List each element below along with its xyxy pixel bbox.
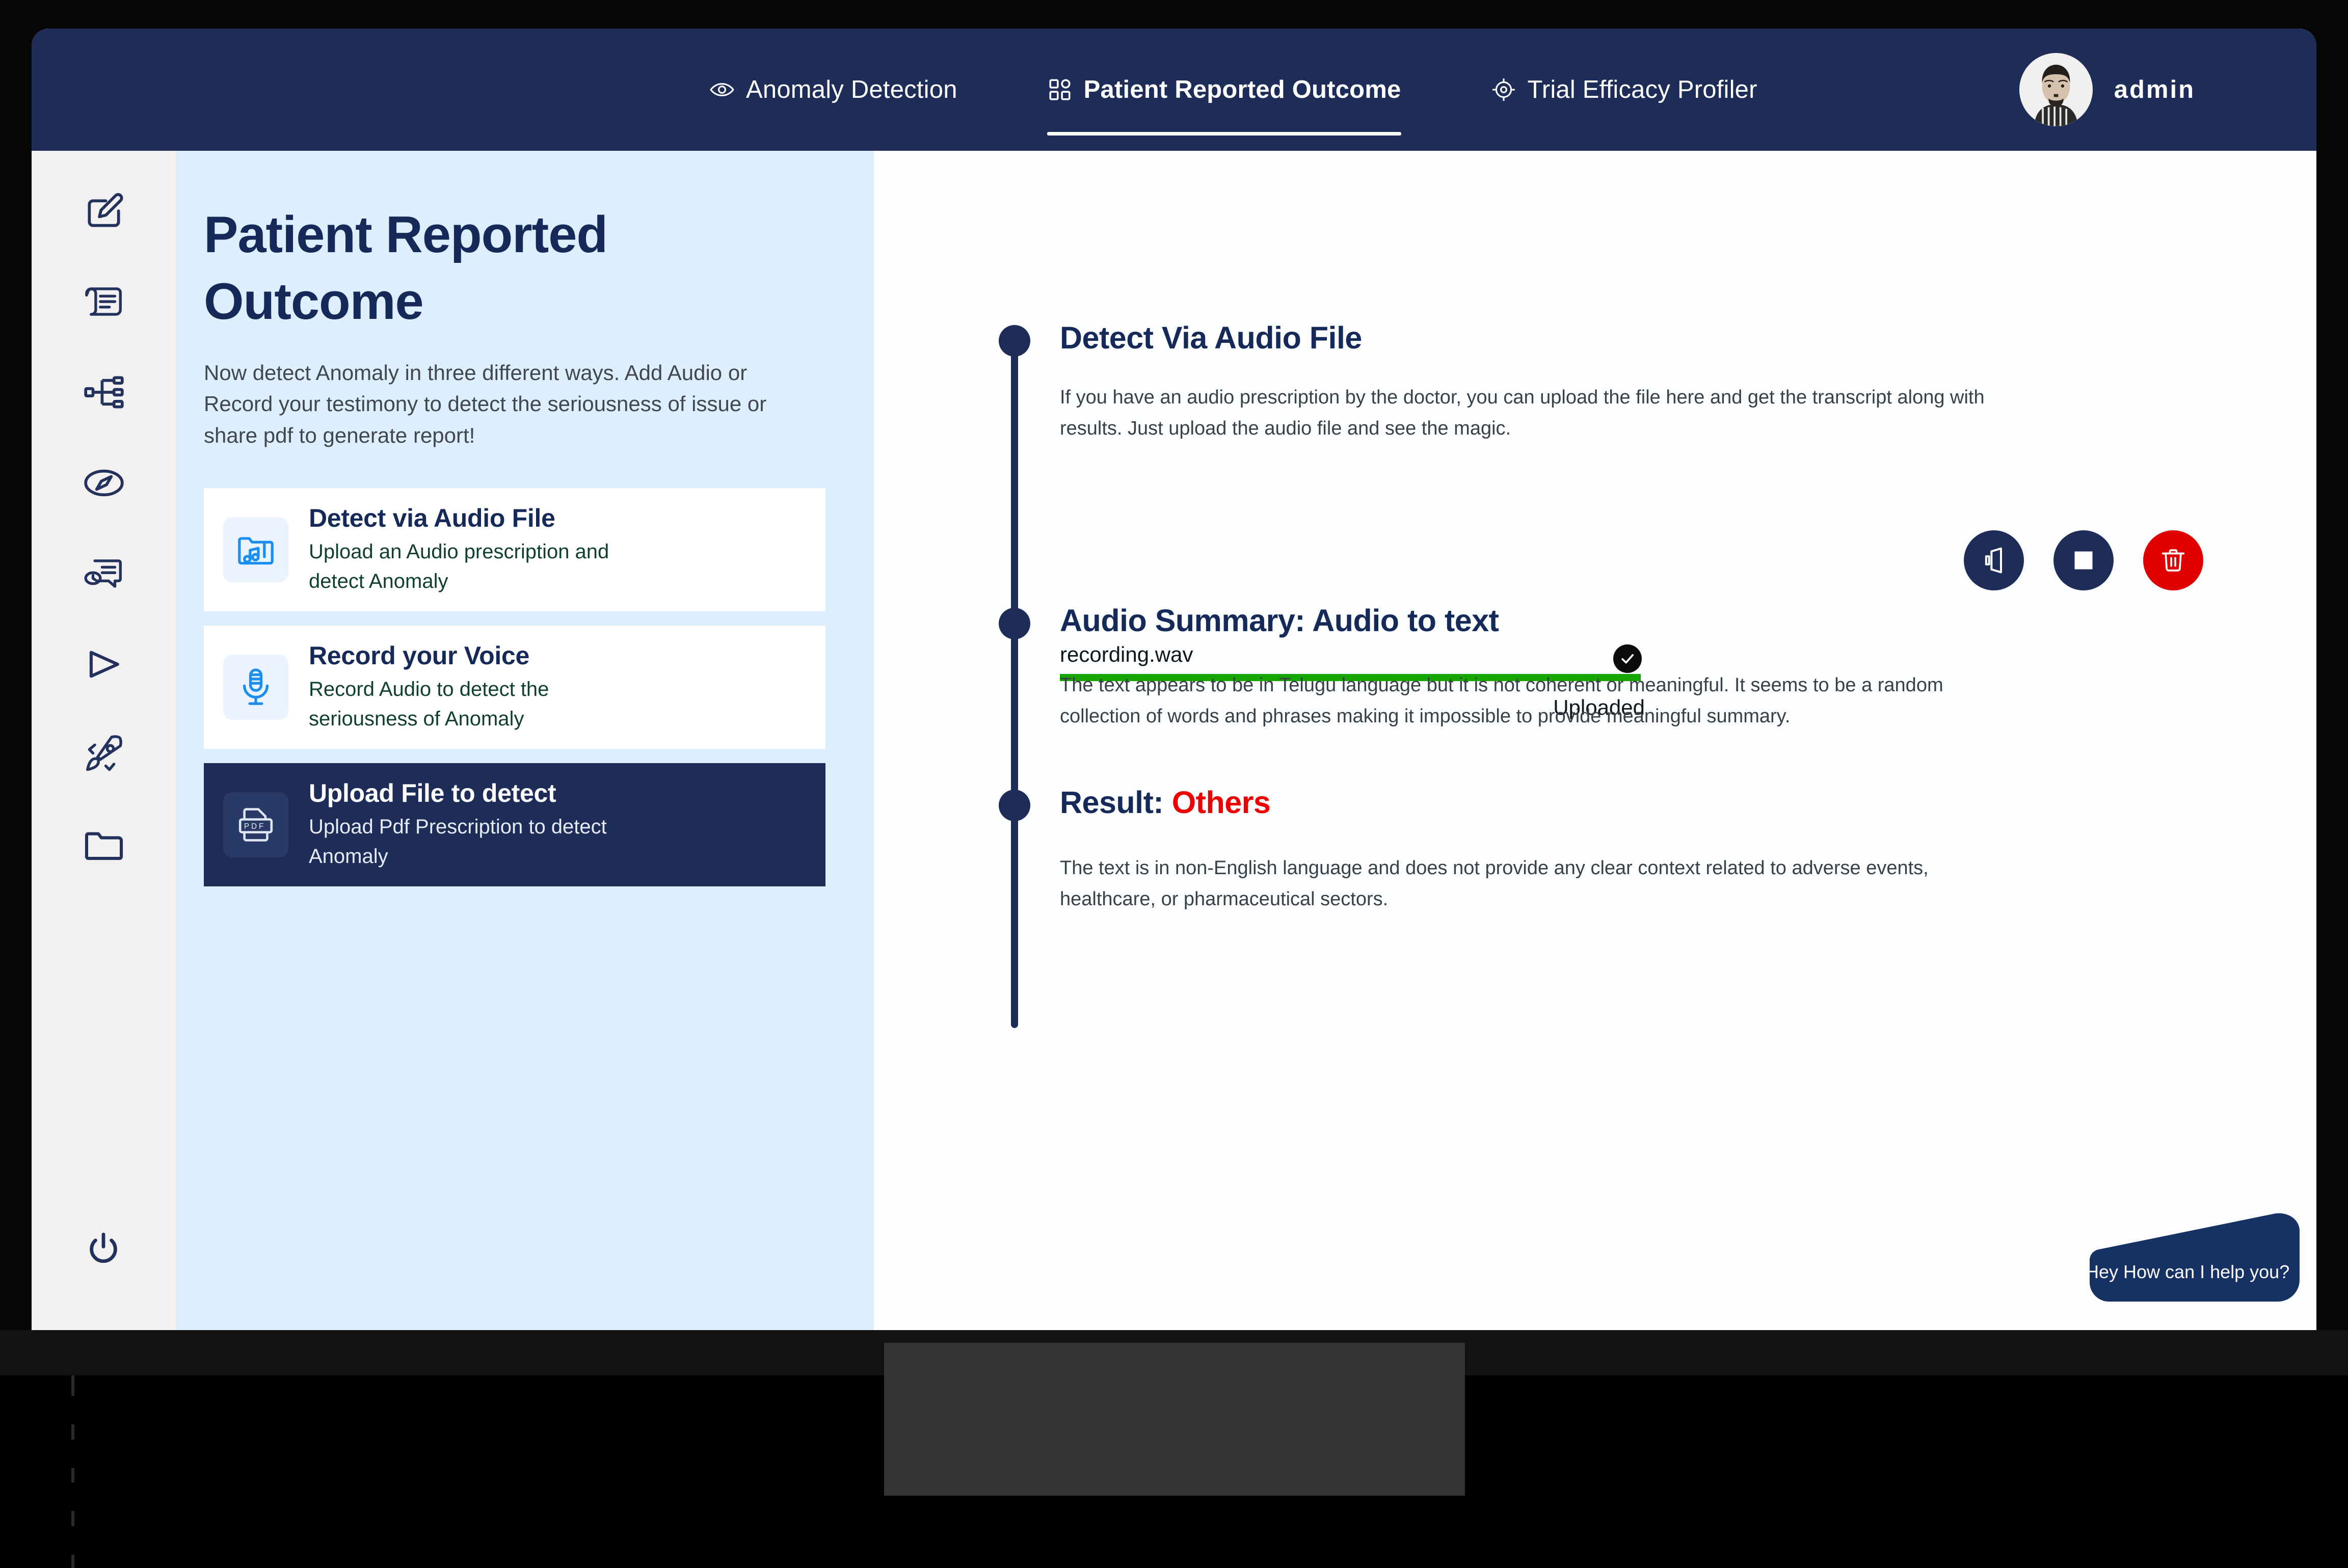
- pdf-file-icon: PDF: [223, 792, 288, 857]
- section-detect-via-audio-file: Detect Via Audio File If you have an aud…: [1060, 320, 2247, 444]
- section-body: The text is in non-English language and …: [1060, 857, 1929, 910]
- stop-audio-button[interactable]: [2053, 530, 2114, 590]
- method-card-list: Detect via Audio File Upload an Audio pr…: [204, 488, 825, 886]
- sidebar-item-hierarchy[interactable]: [75, 364, 132, 421]
- audio-folder-icon: [223, 517, 288, 582]
- nav-item-patient-reported-outcome[interactable]: Patient Reported Outcome: [1047, 29, 1401, 151]
- method-card-upload-file-to-detect[interactable]: PDF Upload File to detect Upload Pdf Pre…: [204, 763, 825, 886]
- power-icon: [84, 1230, 123, 1272]
- message-history-icon: [82, 552, 126, 596]
- section-audio-summary: Audio Summary: Audio to text The text ap…: [1060, 603, 2247, 732]
- section-result: Result: Others The text is in non-Englis…: [1060, 785, 2247, 915]
- rocket-icon: [82, 733, 126, 777]
- power-button[interactable]: [75, 1222, 132, 1279]
- page-title: Patient Reported Outcome: [204, 206, 608, 331]
- top-navigation-bar: Anomaly Detection Patient Reported Outco…: [32, 29, 2316, 151]
- timeline-dot: [999, 325, 1030, 357]
- play-audio-button[interactable]: [1964, 530, 2024, 590]
- nav-items: Anomaly Detection Patient Reported Outco…: [709, 29, 1757, 151]
- card-title: Upload File to detect: [309, 778, 556, 807]
- monitor-stand: [884, 1343, 1465, 1496]
- audio-action-buttons: [1964, 530, 2203, 590]
- trash-icon: [2159, 546, 2187, 575]
- sidebar-item-cursor[interactable]: [75, 636, 132, 693]
- delete-audio-button[interactable]: [2143, 530, 2203, 590]
- cursor-play-icon: [82, 642, 126, 686]
- card-title: Detect via Audio File: [309, 503, 555, 532]
- timeline-dot: [999, 790, 1030, 821]
- page-subtitle: Now detect Anomaly in three different wa…: [204, 360, 767, 448]
- chat-assistant-bubble[interactable]: Hey How can I help you?: [2067, 1211, 2302, 1304]
- section-heading: Detect Via Audio File: [1060, 320, 1362, 355]
- target-icon: [1491, 77, 1516, 102]
- sitemap-hierarchy-icon: [82, 370, 126, 414]
- microphone-icon: [223, 654, 288, 720]
- card-description: Record Audio to detect the seriousness o…: [309, 678, 549, 730]
- nav-item-label: Patient Reported Outcome: [1083, 76, 1401, 103]
- card-text: Detect via Audio File Upload an Audio pr…: [309, 503, 635, 596]
- card-text: Upload File to detect Upload Pdf Prescri…: [309, 778, 635, 871]
- section-body: If you have an audio prescription by the…: [1060, 387, 1985, 439]
- nav-item-label: Trial Efficacy Profiler: [1527, 76, 1757, 103]
- folder-icon: [82, 824, 126, 868]
- card-description: Upload Pdf Prescription to detect Anomal…: [309, 815, 607, 868]
- scroll-document-icon: [82, 280, 126, 323]
- section-heading: Audio Summary: Audio to text: [1060, 603, 1499, 638]
- stop-square-icon: [2069, 546, 2098, 575]
- nav-item-anomaly-detection[interactable]: Anomaly Detection: [709, 29, 957, 151]
- card-text: Record your Voice Record Audio to detect…: [309, 641, 635, 734]
- result-label: Result:: [1060, 785, 1172, 820]
- edit-square-icon: [82, 189, 126, 233]
- result-value: Others: [1171, 785, 1271, 820]
- sidebar-item-documents[interactable]: [75, 273, 132, 330]
- left-info-panel: Patient Reported Outcome Now detect Anom…: [176, 151, 874, 1330]
- svg-text:PDF: PDF: [244, 822, 265, 831]
- user-block[interactable]: admin: [2019, 29, 2195, 151]
- method-card-record-your-voice[interactable]: Record your Voice Record Audio to detect…: [204, 625, 825, 749]
- sidebar-item-launch[interactable]: [75, 726, 132, 783]
- card-title: Record your Voice: [309, 641, 529, 670]
- sidebar-item-files[interactable]: [75, 817, 132, 874]
- chat-bubble-text: Hey How can I help you?: [2086, 1261, 2290, 1282]
- screen: Anomaly Detection Patient Reported Outco…: [32, 29, 2316, 1330]
- icon-rail-sidebar: [32, 151, 176, 1330]
- timeline-dot: [999, 608, 1030, 639]
- avatar[interactable]: [2019, 53, 2093, 126]
- main-content: Detect Via Audio File If you have an aud…: [874, 151, 2316, 1330]
- chat-bubble-shape: [2090, 1213, 2300, 1302]
- method-card-detect-via-audio-file[interactable]: Detect via Audio File Upload an Audio pr…: [204, 488, 825, 611]
- eye-icon: [709, 77, 735, 102]
- nav-item-trial-efficacy-profiler[interactable]: Trial Efficacy Profiler: [1491, 29, 1757, 151]
- username-label: admin: [2114, 76, 2195, 103]
- monitor-shell: Anomaly Detection Patient Reported Outco…: [0, 0, 2348, 1568]
- nav-item-label: Anomaly Detection: [746, 76, 957, 103]
- monitor-ports: [71, 1375, 76, 1568]
- compass-icon: [82, 461, 126, 505]
- card-description: Upload an Audio prescription and detect …: [309, 540, 609, 592]
- sidebar-item-message-history[interactable]: [75, 545, 132, 602]
- grid-icon: [1047, 77, 1073, 102]
- section-heading: Result: Others: [1060, 785, 2247, 820]
- sidebar-item-explore[interactable]: [75, 454, 132, 511]
- sidebar-item-edit[interactable]: [75, 182, 132, 239]
- section-body: The text appears to be in Telugu languag…: [1060, 674, 1943, 727]
- timeline-line: [1011, 340, 1018, 1028]
- speaker-icon: [1980, 546, 2008, 575]
